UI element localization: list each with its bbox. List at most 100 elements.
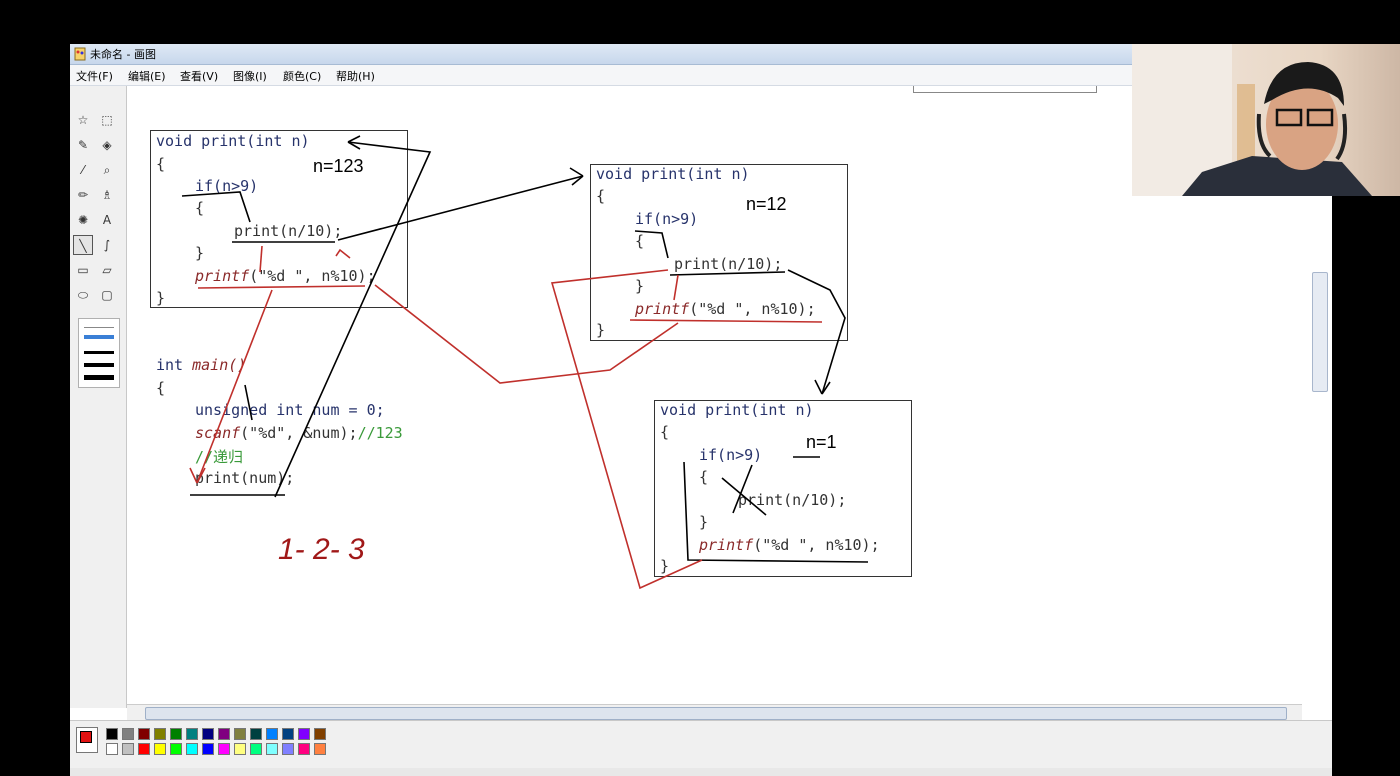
palette-swatch[interactable] (106, 743, 118, 755)
palette-swatch[interactable] (170, 728, 182, 740)
menu-help[interactable]: 帮助(H) (336, 68, 375, 84)
palette-swatch[interactable] (122, 728, 134, 740)
code-line: if(n>9) (699, 446, 763, 464)
eraser-icon[interactable]: ✎ (73, 135, 93, 155)
line-tool-icon[interactable]: ╲ (73, 235, 93, 255)
annotation-n1: n=1 (806, 432, 837, 452)
rounded-rect-tool-icon[interactable]: ▢ (97, 285, 117, 305)
polygon-tool-icon[interactable]: ▱ (97, 260, 117, 280)
palette-swatch[interactable] (298, 728, 310, 740)
line-width-5[interactable] (84, 375, 114, 380)
palette-swatch[interactable] (266, 743, 278, 755)
code-line: void print(int n) (596, 165, 750, 183)
color-palette (70, 720, 1332, 769)
code-line: scanf("%d", &num);//123 (195, 424, 403, 442)
code-line: void print(int n) (156, 132, 310, 150)
palette-swatch[interactable] (218, 728, 230, 740)
code-line: } (156, 289, 166, 307)
code-fn: printf (699, 536, 754, 554)
paint-app-icon (74, 47, 86, 61)
palette-swatch[interactable] (282, 728, 294, 740)
palette-swatch[interactable] (186, 728, 198, 740)
annotation-output-sequence: 1- 2- 3 (278, 533, 365, 566)
code-kw: int (156, 356, 193, 374)
brush-icon[interactable]: ♗ (97, 185, 117, 205)
code-line: print(n/10); (674, 255, 783, 273)
palette-swatch[interactable] (106, 728, 118, 740)
menu-image[interactable]: 图像(I) (233, 68, 267, 84)
line-width-4[interactable] (84, 363, 114, 367)
color-picker-icon[interactable]: ⁄ (73, 160, 93, 180)
code-line: { (596, 187, 606, 205)
pencil-icon[interactable]: ✏ (73, 185, 93, 205)
code-args: ("%d ", n%10); (689, 300, 816, 318)
code-line: print(n/10); (234, 222, 343, 240)
presenter-video (1132, 44, 1372, 196)
foreground-color (80, 731, 92, 743)
line-width-3[interactable] (84, 351, 114, 354)
code-line: printf("%d ", n%10); (699, 536, 880, 554)
free-select-icon[interactable]: ☆ (73, 110, 93, 130)
airbrush-icon[interactable]: ✺ (73, 210, 93, 230)
code-comment-line: //递归 (195, 448, 244, 466)
code-fn: main() (192, 356, 247, 374)
menu-view[interactable]: 查看(V) (180, 68, 218, 84)
code-line: if(n>9) (635, 210, 699, 228)
title-bar[interactable]: 未命名 - 画图 (70, 44, 1132, 65)
code-fn: printf (635, 300, 690, 318)
palette-swatch[interactable] (138, 728, 150, 740)
line-width-selector[interactable] (78, 318, 120, 388)
palette-swatch[interactable] (314, 743, 326, 755)
code-fn: scanf (195, 424, 241, 442)
palette-swatch[interactable] (202, 728, 214, 740)
menu-color[interactable]: 颜色(C) (283, 68, 321, 84)
palette-swatch[interactable] (250, 728, 262, 740)
toolbox: ☆ ⬚ ✎ ◈ ⁄ ⌕ ✏ ♗ ✺ A ╲ ∫ ▭ ▱ ⬭ ▢ (70, 86, 127, 708)
rect-select-icon[interactable]: ⬚ (97, 110, 117, 130)
annotation-n12: n=12 (746, 194, 787, 214)
palette-swatch[interactable] (266, 728, 278, 740)
palette-swatch[interactable] (154, 728, 166, 740)
text-tool-icon[interactable]: A (97, 210, 117, 230)
palette-swatch[interactable] (186, 743, 198, 755)
current-color-indicator[interactable] (76, 727, 98, 753)
code-line: { (156, 379, 166, 397)
ellipse-tool-icon[interactable]: ⬭ (73, 285, 93, 305)
palette-swatch[interactable] (122, 743, 134, 755)
rectangle-tool-icon[interactable]: ▭ (73, 260, 93, 280)
code-line: printf("%d ", n%10); (635, 300, 816, 318)
palette-swatch[interactable] (234, 728, 246, 740)
line-width-1[interactable] (84, 327, 114, 328)
palette-swatch[interactable] (154, 743, 166, 755)
code-line: { (699, 468, 709, 486)
code-line: if(n>9) (195, 177, 259, 195)
menu-edit[interactable]: 编辑(E) (128, 68, 166, 84)
palette-swatch[interactable] (250, 743, 262, 755)
curve-tool-icon[interactable]: ∫ (97, 235, 117, 255)
code-box-n1: void print(int n) { if(n>9) { print(n/10… (654, 400, 912, 577)
palette-swatch[interactable] (138, 743, 150, 755)
fill-bucket-icon[interactable]: ◈ (97, 135, 117, 155)
palette-swatch[interactable] (282, 743, 294, 755)
magnifier-icon[interactable]: ⌕ (97, 160, 117, 180)
code-line: } (635, 277, 645, 295)
horizontal-scroll-thumb[interactable] (145, 707, 1287, 720)
code-box-n123: void print(int n) { if(n>9) { print(n/10… (150, 130, 408, 308)
palette-swatch[interactable] (234, 743, 246, 755)
code-line: print(num); (195, 469, 295, 487)
line-width-2[interactable] (84, 335, 114, 339)
code-line: } (195, 244, 205, 262)
vertical-scroll-thumb[interactable] (1312, 272, 1328, 392)
palette-swatch[interactable] (218, 743, 230, 755)
menu-file[interactable]: 文件(F) (76, 68, 113, 84)
palette-swatch[interactable] (314, 728, 326, 740)
annotation-n123: n=123 (313, 156, 364, 176)
palette-swatch[interactable] (170, 743, 182, 755)
palette-swatch[interactable] (298, 743, 310, 755)
code-line: { (635, 232, 645, 250)
palette-swatch[interactable] (202, 743, 214, 755)
code-args: ("%d ", n%10); (249, 267, 376, 285)
horizontal-scrollbar[interactable] (127, 704, 1302, 721)
code-line: print(n/10); (738, 491, 847, 509)
code-line: unsigned int num = 0; (195, 401, 385, 419)
